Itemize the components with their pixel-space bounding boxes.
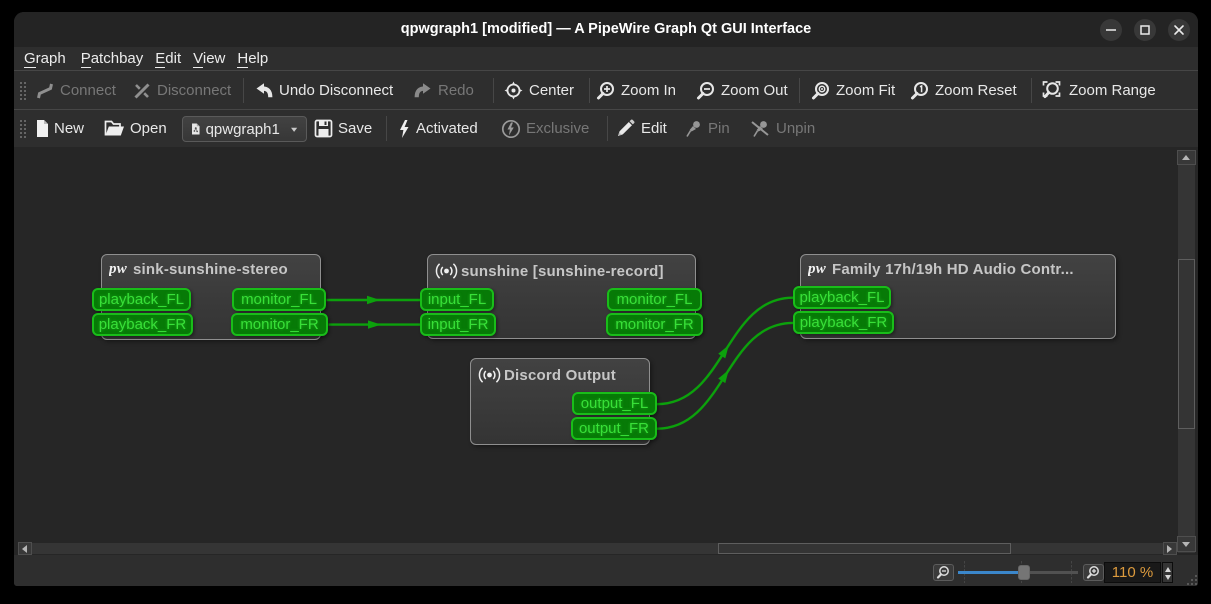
svg-text:pw: pw	[109, 262, 128, 277]
svg-text:pw: pw	[808, 262, 827, 277]
